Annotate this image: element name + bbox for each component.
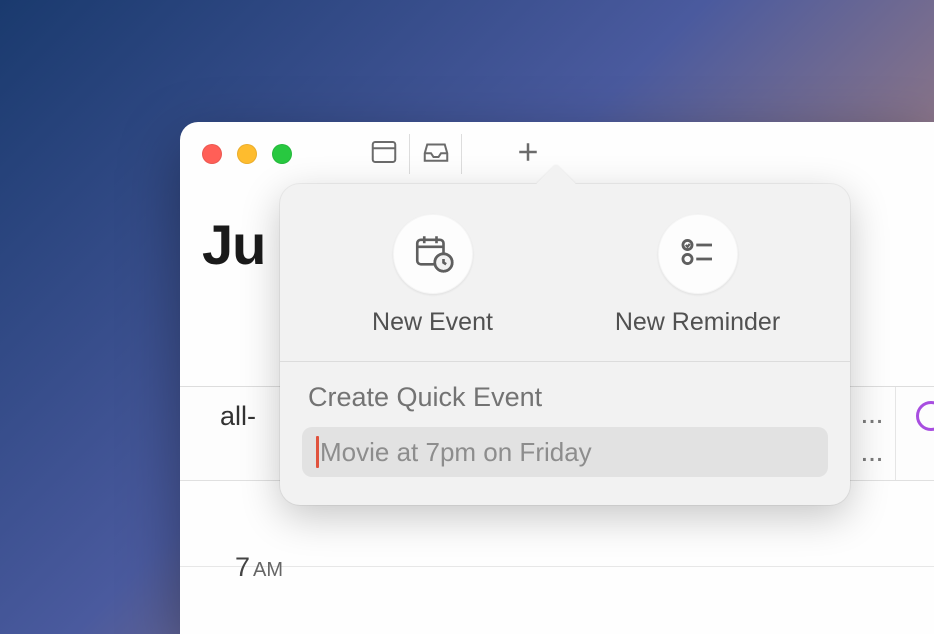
new-event-label: New Event	[372, 308, 493, 337]
new-event-icon-wrap	[393, 214, 473, 294]
hour-ampm: AM	[253, 559, 283, 581]
quick-event-input-wrap	[302, 427, 828, 477]
reminder-list-icon	[677, 231, 719, 278]
new-item-popover: New Event New Reminder Create Quick Even…	[280, 184, 850, 505]
hour-gridline	[180, 566, 934, 567]
tray-icon	[421, 137, 451, 172]
all-day-label: all-	[220, 401, 256, 432]
day-column-divider	[895, 387, 896, 480]
calendar-grid-icon	[369, 137, 399, 172]
hour-number: 7	[235, 552, 250, 582]
new-reminder-tab[interactable]: New Reminder	[565, 214, 830, 337]
add-button[interactable]	[502, 134, 554, 174]
all-day-more-button[interactable]: ...	[858, 403, 888, 431]
all-day-more-button-2[interactable]: ...	[858, 441, 888, 469]
new-reminder-label: New Reminder	[615, 308, 780, 337]
minimize-window-button[interactable]	[237, 144, 257, 164]
calendar-clock-icon	[412, 231, 454, 278]
inbox-button[interactable]	[410, 134, 462, 174]
hour-label: 7AM	[235, 552, 283, 583]
toolbar	[358, 134, 554, 174]
all-day-event-marker[interactable]	[916, 401, 934, 431]
quick-event-title: Create Quick Event	[280, 362, 850, 427]
window-controls	[202, 144, 292, 164]
close-window-button[interactable]	[202, 144, 222, 164]
new-reminder-icon-wrap	[658, 214, 738, 294]
zoom-window-button[interactable]	[272, 144, 292, 164]
plus-icon	[513, 137, 543, 172]
sidebar-toggle-button[interactable]	[358, 134, 410, 174]
month-title: Ju	[202, 212, 265, 277]
quick-event-input[interactable]	[302, 427, 828, 477]
popover-tab-row: New Event New Reminder	[280, 184, 850, 361]
new-event-tab[interactable]: New Event	[300, 214, 565, 337]
